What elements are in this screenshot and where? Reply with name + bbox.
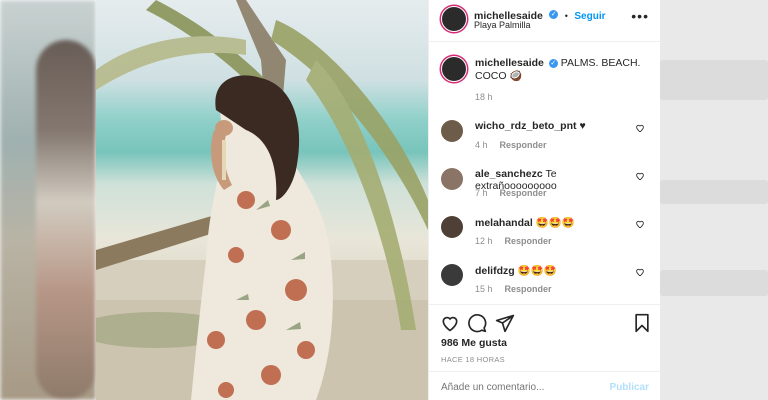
comment-item: wicho_rdz_beto_pnt ♥ 4 h Responder [441, 120, 651, 160]
caption-time: 18 h [475, 92, 493, 102]
commenter-avatar[interactable] [441, 120, 463, 142]
post-header: michellesaide ✓ • Seguir Playa Palmilla … [429, 0, 661, 42]
comment-username[interactable]: delifdzg [475, 265, 515, 277]
heart-icon[interactable] [635, 171, 645, 181]
caption-avatar[interactable] [441, 56, 467, 82]
posted-ago: HACE 18 HORAS [441, 355, 505, 364]
post-location[interactable]: Playa Palmilla [474, 20, 531, 30]
comment-username[interactable]: ale_sanchezc [475, 168, 543, 180]
comment-text: 🤩🤩🤩 [535, 217, 575, 229]
more-options-icon[interactable]: ••• [631, 9, 649, 23]
comment-input[interactable] [441, 382, 601, 393]
comment-time: 4 h [475, 140, 488, 150]
post-sidebar: michellesaide ✓ • Seguir Playa Palmilla … [428, 0, 661, 400]
comment-time: 12 h [475, 236, 493, 246]
heart-icon[interactable] [635, 219, 645, 229]
separator-dot: • [564, 11, 568, 21]
post-caption: michellesaide ✓ PALMS. BEACH. COCO 🥥 [475, 57, 645, 83]
comment-username[interactable]: wicho_rdz_beto_pnt [475, 120, 577, 132]
heart-icon[interactable] [440, 313, 460, 333]
comment-icon[interactable] [467, 313, 487, 333]
verified-badge-icon: ✓ [549, 10, 559, 20]
heart-icon[interactable] [635, 267, 645, 277]
comment-time: 15 h [475, 284, 493, 294]
comment-username[interactable]: melahandal [475, 217, 533, 229]
commenter-avatar[interactable] [441, 264, 463, 286]
comment-time: 7 h [475, 188, 488, 198]
comment-text: ♥ [579, 120, 586, 132]
reply-button[interactable]: Responder [500, 140, 547, 150]
blurred-background-right [660, 0, 768, 400]
reply-button[interactable]: Responder [505, 236, 552, 246]
save-icon[interactable] [632, 313, 652, 333]
verified-badge-icon: ✓ [548, 58, 558, 68]
author-avatar[interactable] [441, 6, 467, 32]
like-count[interactable]: 986 Me gusta [441, 337, 507, 349]
comment-text: 🤩🤩🤩 [517, 265, 557, 277]
post-photo[interactable] [96, 0, 428, 400]
blurred-background-left [0, 0, 96, 400]
heart-icon[interactable] [635, 123, 645, 133]
reply-button[interactable]: Responder [500, 188, 547, 198]
follow-button[interactable]: Seguir [574, 11, 605, 22]
comment-item: ale_sanchezc Te extrañooooooooo 7 h Respo… [441, 168, 651, 208]
instagram-post-embed: michellesaide ✓ • Seguir Playa Palmilla … [0, 0, 768, 400]
commenter-avatar[interactable] [441, 168, 463, 190]
publish-button[interactable]: Publicar [610, 382, 649, 393]
reply-button[interactable]: Responder [505, 284, 552, 294]
commenter-avatar[interactable] [441, 216, 463, 238]
share-icon[interactable] [495, 313, 515, 333]
add-comment-bar: Publicar [429, 371, 661, 400]
post-actions: 986 Me gusta HACE 18 HORAS Publicar [429, 304, 661, 400]
comment-item: melahandal 🤩🤩🤩 12 h Responder [441, 216, 651, 256]
caption-username[interactable]: michellesaide [475, 57, 544, 69]
comment-item: delifdzg 🤩🤩🤩 15 h Responder [441, 264, 651, 304]
